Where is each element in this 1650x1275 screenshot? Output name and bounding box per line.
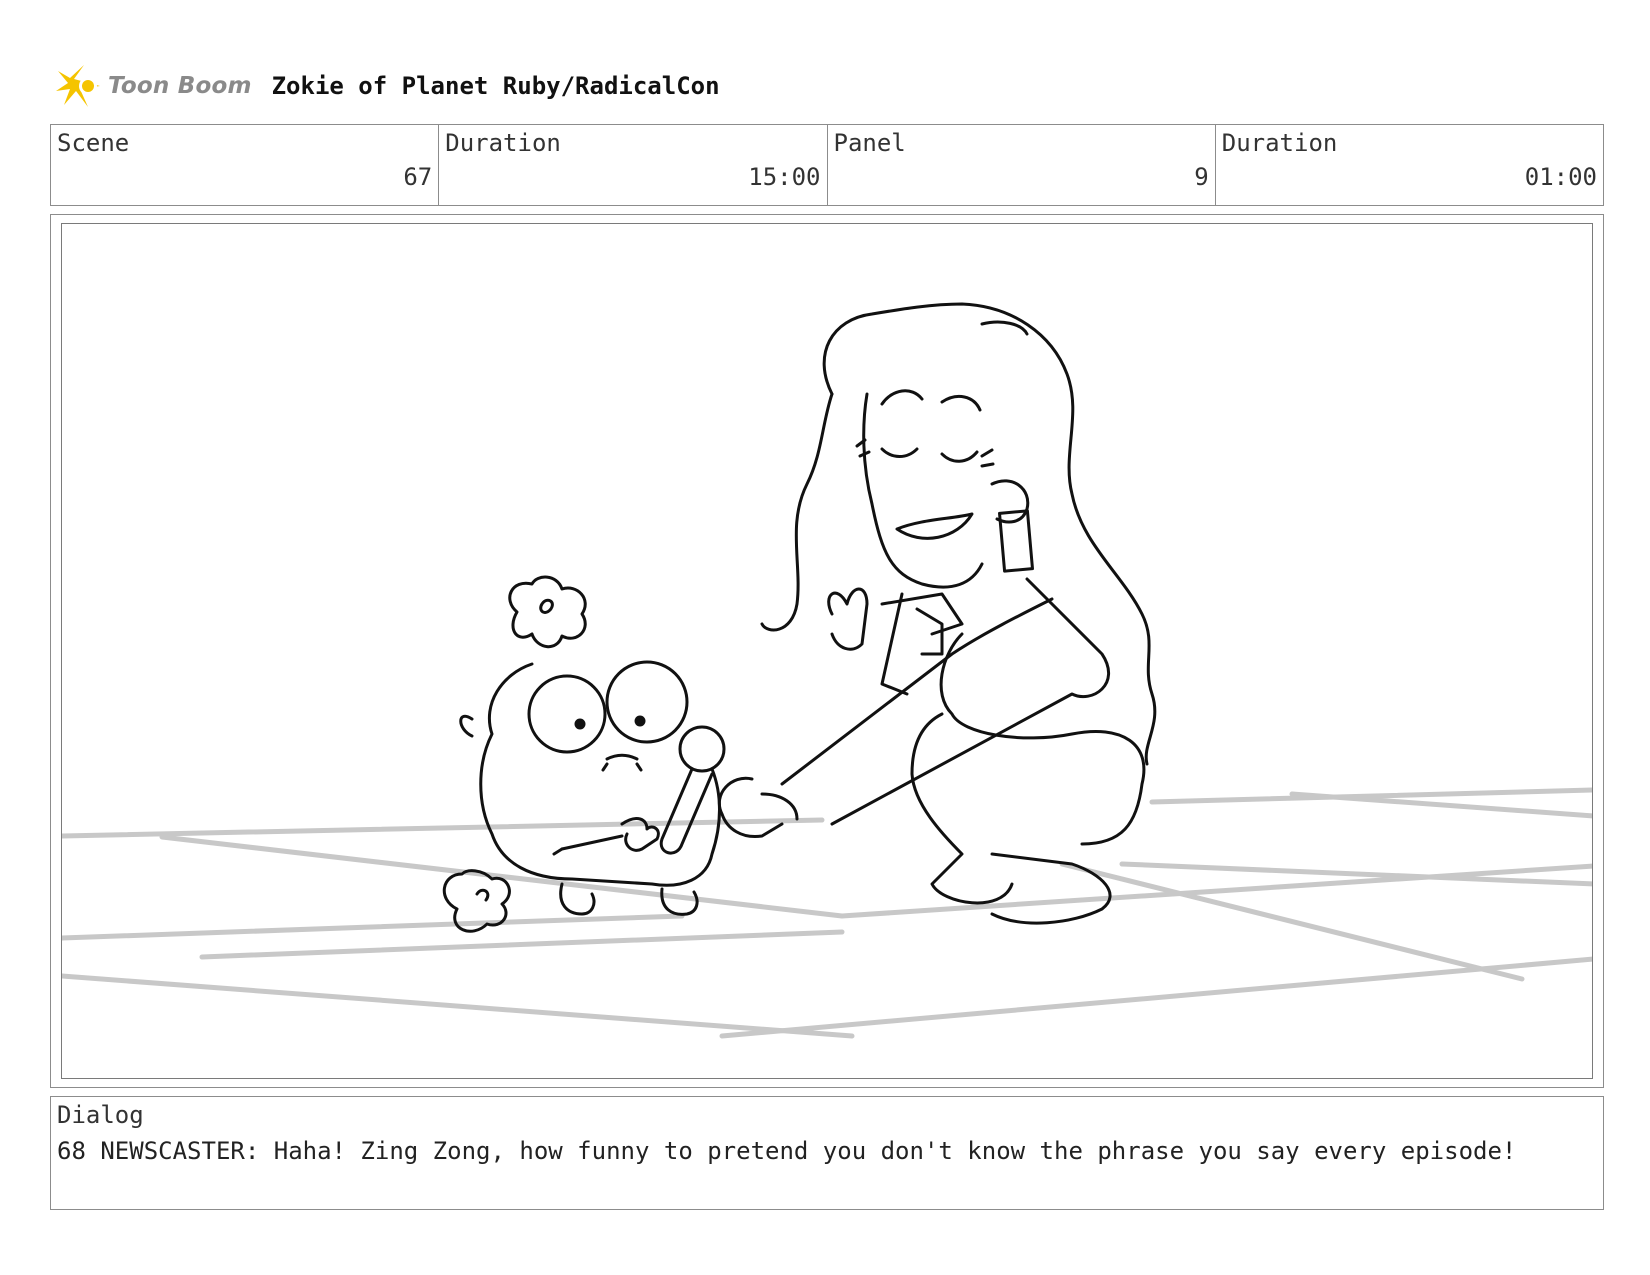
- starburst-icon: [56, 65, 100, 107]
- scene-duration-cell: Duration 15:00: [439, 125, 828, 205]
- dialog-label: Dialog: [57, 1101, 144, 1129]
- panel-value: 9: [1194, 163, 1209, 191]
- toon-boom-logo: Toon Boom: [54, 61, 252, 111]
- storyboard-image: [61, 223, 1593, 1079]
- project-title: Zokie of Planet Ruby/RadicalCon: [271, 72, 720, 100]
- dialog-text: 68 NEWSCASTER: Haha! Zing Zong, how funn…: [57, 1137, 1517, 1165]
- scene-label: Scene: [57, 129, 130, 157]
- panel-duration-label: Duration: [1221, 129, 1338, 157]
- panel-duration-value: 01:00: [1524, 163, 1597, 191]
- storyboard-panel-frame: [50, 214, 1604, 1088]
- panel-cell: Panel 9: [828, 125, 1216, 205]
- scene-cell: Scene 67: [51, 125, 440, 205]
- scene-value: 67: [403, 163, 433, 191]
- scene-info-table: Scene 67 Duration 15:00 Panel 9 Duration…: [50, 124, 1604, 206]
- panel-duration-cell: Duration 01:00: [1216, 125, 1603, 205]
- scene-duration-value: 15:00: [748, 163, 821, 191]
- dialog-box: Dialog 68 NEWSCASTER: Haha! Zing Zong, h…: [50, 1096, 1604, 1210]
- storyboard-sketch-icon: [62, 302, 1592, 1039]
- page-header: Toon Boom Zokie of Planet Ruby/RadicalCo…: [54, 58, 720, 114]
- logo-text: Toon Boom: [108, 73, 252, 99]
- panel-label: Panel: [833, 129, 906, 157]
- scene-duration-label: Duration: [445, 129, 561, 157]
